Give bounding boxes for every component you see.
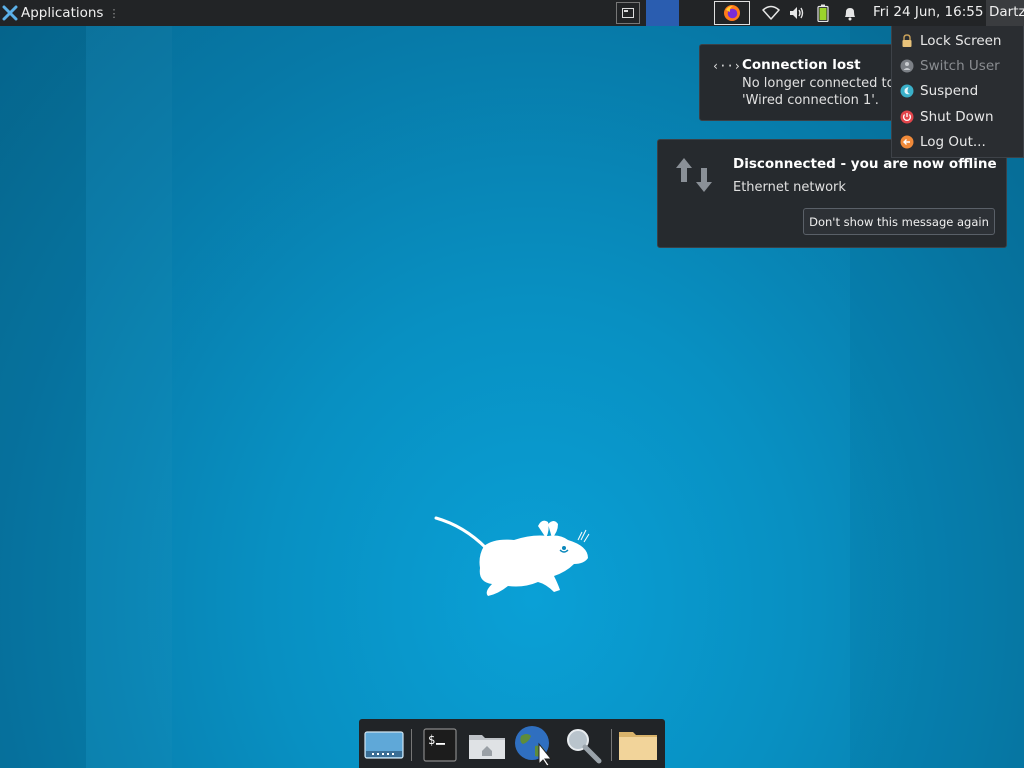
applications-label: Applications	[21, 5, 104, 21]
suspend-icon	[900, 84, 914, 98]
menu-item-label: Suspend	[920, 83, 979, 100]
desktop-stripe	[86, 26, 172, 768]
workspace-switcher-active[interactable]	[646, 0, 679, 26]
menu-item-lock-screen[interactable]: Lock Screen	[892, 28, 1023, 53]
panel-clock[interactable]: Fri 24 Jun, 16:55	[873, 4, 983, 20]
notification-title: Disconnected - you are now offline	[733, 156, 997, 172]
app-finder-icon[interactable]	[561, 724, 605, 766]
top-panel: Applications ⋮ Fri 24 Jun, 16:55 Dartz	[0, 0, 1024, 26]
file-manager-icon[interactable]	[616, 724, 660, 766]
menu-item-label: Log Out...	[920, 134, 986, 151]
desktop-stripe	[0, 26, 86, 768]
network-wired-icon: ‹··›	[712, 59, 741, 73]
network-offline-icon	[676, 158, 712, 192]
menu-item-label: Shut Down	[920, 108, 994, 125]
menu-item-suspend[interactable]: Suspend	[892, 79, 1023, 104]
switch-user-icon	[900, 59, 914, 73]
menu-item-label: Switch User	[920, 58, 1000, 75]
menu-item-shut-down[interactable]: Shut Down	[892, 104, 1023, 129]
panel-grip-icon: ⋮	[108, 6, 120, 20]
xfce-logo-icon	[2, 5, 18, 21]
connection-lost-notification[interactable]: ‹··› Connection lost No longer connected…	[699, 44, 899, 121]
firefox-taskbar-button[interactable]	[714, 1, 750, 25]
applications-menu-button[interactable]: Applications ⋮	[2, 3, 119, 23]
dock-separator	[411, 729, 412, 761]
show-desktop-icon[interactable]	[362, 724, 406, 766]
firefox-icon	[724, 5, 740, 21]
lock-icon	[900, 33, 914, 48]
menu-item-label: Lock Screen	[920, 32, 1002, 49]
window-buttons-icon[interactable]	[616, 2, 640, 24]
dock-separator	[611, 729, 612, 761]
logout-icon	[900, 135, 914, 149]
menu-item-switch-user[interactable]: Switch User	[892, 53, 1023, 78]
terminal-icon[interactable]: $	[418, 724, 462, 766]
user-action-button[interactable]: Dartz	[986, 0, 1024, 26]
bottom-dock: $	[359, 719, 665, 768]
web-browser-icon[interactable]	[512, 724, 556, 766]
battery-icon[interactable]	[817, 4, 829, 22]
notification-bell-icon[interactable]	[842, 4, 858, 22]
notification-body: No longer connected to 'Wired connection…	[742, 75, 894, 109]
network-wifi-icon[interactable]	[762, 4, 780, 22]
user-action-menu: Lock Screen Switch User Suspend Shut Dow…	[891, 26, 1024, 158]
xfce-mouse-logo	[434, 516, 590, 596]
notification-title: Connection lost	[742, 57, 861, 73]
notification-body: Ethernet network	[733, 180, 846, 195]
menu-item-log-out[interactable]: Log Out...	[892, 130, 1023, 155]
home-folder-icon[interactable]	[465, 724, 509, 766]
volume-icon[interactable]	[788, 4, 806, 22]
notification-body-line: No longer connected to	[742, 76, 894, 91]
notification-body-line: 'Wired connection 1'.	[742, 93, 879, 108]
svg-text:$: $	[428, 733, 435, 747]
power-icon	[900, 110, 914, 124]
dont-show-again-button[interactable]: Don't show this message again	[803, 208, 995, 235]
